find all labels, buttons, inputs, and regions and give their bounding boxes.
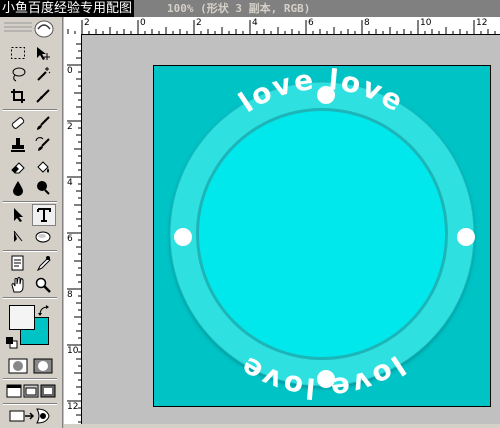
lasso-tool-icon[interactable]	[7, 64, 29, 84]
history-brush-tool-icon[interactable]	[32, 135, 54, 155]
pen-tool-icon[interactable]	[7, 227, 29, 247]
move-tool-icon[interactable]	[32, 43, 54, 63]
ruler-label: 6	[67, 234, 73, 244]
document-canvas[interactable]: love love love love	[153, 65, 491, 407]
blur-tool-icon[interactable]	[7, 178, 29, 198]
horizontal-ruler-ticks	[67, 20, 496, 34]
ruler-label: 8	[67, 290, 73, 300]
type-tool-icon[interactable]	[32, 204, 56, 226]
dodge-tool-icon[interactable]	[32, 178, 54, 198]
ruler-label: 2	[67, 122, 73, 132]
crop-tool-icon[interactable]	[7, 86, 29, 106]
vertical-ruler[interactable]: 0 2 4 6 8 10 12	[64, 34, 82, 428]
ruler-label: 6	[308, 18, 314, 28]
clone-stamp-tool-icon[interactable]	[7, 135, 29, 155]
ruler-label: 4	[67, 178, 73, 188]
horizontal-ruler[interactable]: 2 0 2 4 6 8 10 12	[64, 17, 500, 35]
hand-tool-icon[interactable]	[7, 275, 29, 295]
ring-artwork: love love love love	[169, 66, 475, 405]
swap-colors-icon[interactable]	[38, 302, 50, 321]
palette-header	[2, 17, 58, 41]
ring-dot-left	[174, 228, 192, 246]
ruler-label: 2	[84, 18, 90, 28]
standard-screen-mode-icon[interactable]	[5, 381, 23, 401]
horizontal-scrollbar[interactable]	[64, 424, 500, 428]
healing-brush-tool-icon[interactable]	[7, 113, 29, 133]
inner-circle	[199, 111, 445, 357]
ruler-label: 0	[140, 18, 146, 28]
vertical-ruler-ticks	[67, 43, 81, 423]
foreground-color-swatch[interactable]	[9, 305, 35, 330]
document-title: 100% (形状 3 副本, RGB)	[167, 2, 311, 15]
ruler-label: 0	[67, 66, 73, 76]
full-screen-menu-mode-icon[interactable]	[22, 381, 40, 401]
ruler-label: 12	[476, 18, 488, 28]
ruler-label: 2	[196, 18, 202, 28]
quick-mask-mode-icon[interactable]	[32, 356, 54, 376]
ellipse-shape-tool-icon[interactable]	[32, 227, 54, 247]
slice-tool-icon[interactable]	[32, 86, 54, 106]
full-screen-mode-icon[interactable]	[39, 381, 57, 401]
notes-tool-icon[interactable]	[7, 253, 29, 273]
watermark-caption: 小鱼百度经验专用配图	[0, 0, 135, 17]
ruler-label: 10	[420, 18, 432, 28]
ruler-label: 12	[67, 402, 79, 412]
default-colors-icon[interactable]	[6, 334, 18, 353]
path-selection-tool-icon[interactable]	[7, 205, 29, 225]
marquee-tool-icon[interactable]	[7, 43, 29, 63]
brush-tool-icon[interactable]	[32, 113, 54, 133]
ruler-label: 10	[67, 346, 79, 356]
magic-wand-tool-icon[interactable]	[32, 64, 54, 84]
ruler-label: 4	[252, 18, 258, 28]
eyedropper-tool-icon[interactable]	[32, 253, 54, 273]
zoom-tool-icon[interactable]	[32, 275, 54, 295]
standard-mode-icon[interactable]	[7, 356, 29, 376]
jump-to-imageready-icon[interactable]	[8, 406, 52, 426]
eraser-tool-icon[interactable]	[7, 157, 29, 177]
ring-dot-right	[457, 228, 475, 246]
paint-bucket-tool-icon[interactable]	[32, 157, 54, 177]
ruler-label: 8	[364, 18, 370, 28]
tool-palette: 小鱼百度经验专用配图	[0, 0, 135, 428]
